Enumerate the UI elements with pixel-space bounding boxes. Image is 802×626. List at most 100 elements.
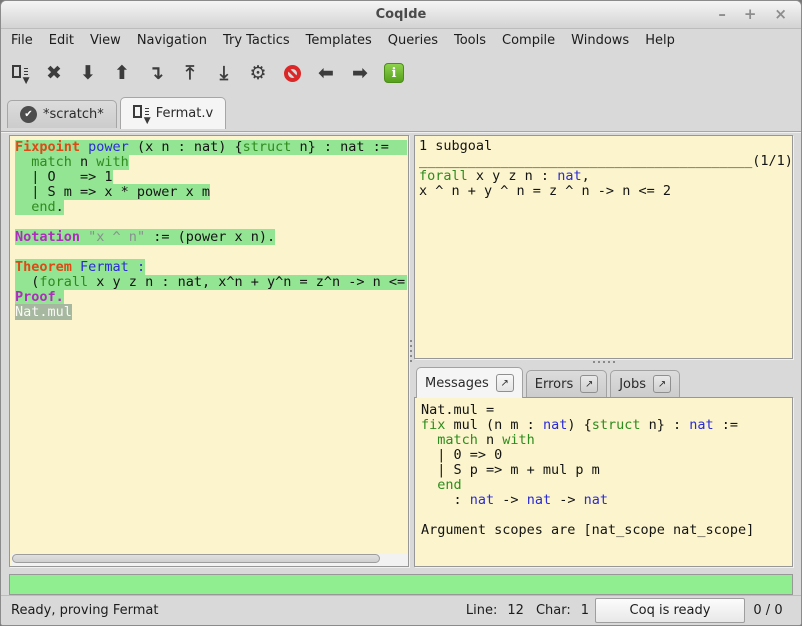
info-icon: i	[384, 63, 404, 83]
save-button[interactable]: ▼	[3, 56, 37, 90]
code-line: : nat -> nat -> nat	[421, 493, 786, 508]
code-line: 1 subgoal	[419, 139, 788, 154]
coqide-window: CoqIde – + × File Edit View Navigation T…	[0, 0, 802, 626]
restart-button[interactable]: ⤒	[173, 56, 207, 90]
code-line: Argument scopes are [nat_scope nat_scope…	[421, 523, 786, 538]
code-line: forall x y z n : nat,	[419, 169, 788, 184]
backward-one-command-button[interactable]: ⬆	[105, 56, 139, 90]
menu-compile[interactable]: Compile	[494, 30, 563, 51]
tab-jobs[interactable]: Jobs ↗	[610, 370, 680, 397]
about-button[interactable]: i	[377, 56, 411, 90]
char-label: Char:	[536, 603, 571, 618]
tab-errors[interactable]: Errors ↗	[526, 370, 607, 397]
scrollbar-thumb[interactable]	[12, 554, 380, 563]
code-line	[15, 245, 407, 260]
code-line: | S p => m + mul p m	[421, 463, 786, 478]
script-editor[interactable]: Fixpoint power (x n : nat) {struct n} : …	[11, 137, 407, 552]
detach-icon[interactable]: ↗	[580, 375, 598, 393]
code-line: Nat.mul =	[421, 403, 786, 418]
arrow-right-icon: ➡	[352, 62, 368, 84]
menu-file[interactable]: File	[3, 30, 41, 51]
code-line: x ^ n + y ^ n = z ^ n -> n <= 2	[419, 184, 788, 199]
code-line: | O => 1	[15, 170, 407, 185]
splitter-handle-icon	[410, 340, 412, 362]
interrupt-icon	[284, 65, 301, 82]
arrow-to-top-icon: ⤒	[186, 62, 194, 84]
window-controls: – + ×	[718, 7, 801, 22]
menu-view[interactable]: View	[82, 30, 129, 51]
code-line: | S m => x * power x m	[15, 185, 407, 200]
code-line: Nat.mul	[15, 305, 407, 320]
menu-templates[interactable]: Templates	[298, 30, 380, 51]
statusbar: Ready, proving Fermat Line: 12 Char: 1 C…	[1, 595, 801, 625]
tab-scratch[interactable]: ✔ *scratch*	[7, 100, 117, 128]
code-line: end	[421, 478, 786, 493]
progress-bar	[9, 574, 793, 595]
menu-navigation[interactable]: Navigation	[129, 30, 215, 51]
tab-fermat-label: Fermat.v	[156, 106, 213, 121]
coq-status: Coq is ready	[595, 598, 745, 623]
messages-tabbar: Messages ↗ Errors ↗ Jobs ↗	[414, 366, 793, 397]
error-counter: 0 / 0	[745, 603, 791, 618]
code-line: | 0 => 0	[421, 448, 786, 463]
save-icon: ▼	[12, 65, 29, 82]
menu-windows[interactable]: Windows	[563, 30, 637, 51]
fully-check-button[interactable]: ⚙	[241, 56, 275, 90]
close-icon: ✖	[46, 62, 62, 84]
titlebar: CoqIde – + ×	[1, 1, 801, 29]
forward-one-command-button[interactable]: ⬇	[71, 56, 105, 90]
code-line: Notation "x ^ n" := (power x n).	[15, 230, 407, 245]
menu-try-tactics[interactable]: Try Tactics	[215, 30, 298, 51]
close-button[interactable]: ×	[774, 7, 787, 22]
go-to-cursor-button[interactable]: ↴	[139, 56, 173, 90]
right-column: 1 subgoal_______________________________…	[414, 135, 793, 567]
goals-pane[interactable]: 1 subgoal_______________________________…	[414, 135, 793, 359]
arrow-to-bottom-icon: ⤓	[220, 62, 228, 84]
go-to-end-button[interactable]: ⤓	[207, 56, 241, 90]
line-label: Line:	[466, 603, 497, 618]
code-line: end.	[15, 200, 407, 215]
code-line: match n with	[421, 433, 786, 448]
previous-occurrence-button[interactable]: ⬅	[309, 56, 343, 90]
check-icon: ✔	[20, 106, 37, 123]
minimize-button[interactable]: –	[718, 7, 726, 22]
horizontal-splitter[interactable]	[414, 359, 793, 366]
menu-edit[interactable]: Edit	[41, 30, 82, 51]
splitter-handle-icon	[593, 361, 615, 363]
menubar: File Edit View Navigation Try Tactics Te…	[1, 29, 801, 52]
window-title: CoqIde	[1, 7, 801, 22]
gear-icon: ⚙	[249, 62, 266, 84]
progress-fill	[10, 575, 792, 594]
menu-queries[interactable]: Queries	[380, 30, 446, 51]
line-number: 12	[507, 603, 524, 618]
menu-help[interactable]: Help	[637, 30, 683, 51]
code-line: (forall x y z n : nat, x^n + y^n = z^n -…	[15, 275, 407, 290]
code-line: fix mul (n m : nat) {struct n} : nat :=	[421, 418, 786, 433]
code-line: match n with	[15, 155, 407, 170]
detach-icon[interactable]: ↗	[496, 374, 514, 392]
arrow-up-icon: ⬆	[114, 62, 130, 84]
status-right: Line: 12 Char: 1 Coq is ready 0 / 0	[454, 598, 791, 623]
char-number: 1	[581, 603, 589, 618]
code-line: Theorem Fermat :	[15, 260, 407, 275]
maximize-button[interactable]: +	[744, 7, 757, 22]
tab-messages[interactable]: Messages ↗	[416, 367, 523, 398]
horizontal-scrollbar[interactable]	[11, 553, 407, 565]
interrupt-button[interactable]	[275, 56, 309, 90]
session-page: Fixpoint power (x n : nat) {struct n} : …	[1, 131, 801, 569]
close-document-button[interactable]: ✖	[37, 56, 71, 90]
script-editor-frame: Fixpoint power (x n : nat) {struct n} : …	[9, 135, 409, 567]
arrow-down-icon: ⬇	[80, 62, 96, 84]
tab-fermat[interactable]: ▼ Fermat.v	[120, 97, 226, 129]
document-icon: ▼	[133, 105, 150, 122]
messages-notebook: Messages ↗ Errors ↗ Jobs ↗ Nat.mul =fix …	[414, 366, 793, 567]
document-tabbar: ✔ *scratch* ▼ Fermat.v	[1, 94, 801, 128]
toolbar: ▼ ✖ ⬇ ⬆ ↴ ⤒ ⤓ ⚙ ⬅ ➡ i	[1, 52, 801, 94]
messages-pane[interactable]: Nat.mul =fix mul (n m : nat) {struct n} …	[414, 397, 793, 567]
tab-jobs-label: Jobs	[619, 377, 646, 392]
detach-icon[interactable]: ↗	[653, 375, 671, 393]
code-line: ________________________________________…	[419, 154, 788, 169]
next-occurrence-button[interactable]: ➡	[343, 56, 377, 90]
menu-tools[interactable]: Tools	[446, 30, 494, 51]
tab-scratch-label: *scratch*	[43, 107, 104, 122]
